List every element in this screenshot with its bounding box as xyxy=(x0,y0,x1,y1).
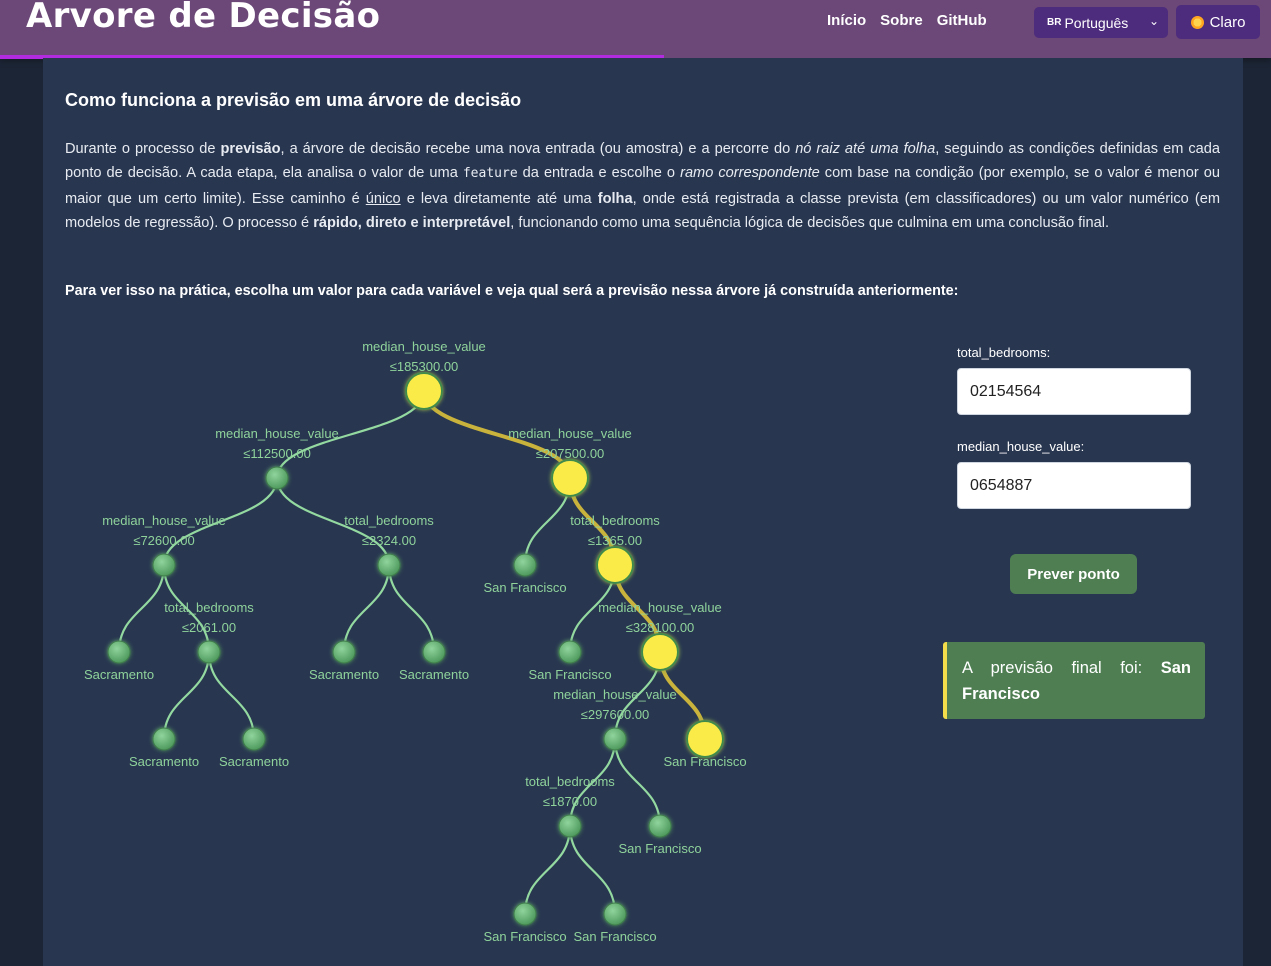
tree-leaf-label: San Francisco xyxy=(483,929,566,944)
tree-node-feature: median_house_value xyxy=(508,426,632,441)
tree-leaf-node xyxy=(648,814,672,838)
tree-node-threshold: ≤2324.00 xyxy=(362,533,416,548)
tree-node-feature: total_bedrooms xyxy=(525,774,615,789)
tree-decision-node xyxy=(551,459,589,497)
tree-node-threshold: ≤297600.00 xyxy=(581,707,650,722)
tree-node-threshold: ≤1365.00 xyxy=(588,533,642,548)
app-title: Árvore de Decisão xyxy=(26,0,381,36)
tree-decision-node xyxy=(197,640,221,664)
nav-link-inicio[interactable]: Início xyxy=(827,12,866,29)
tree-edge xyxy=(162,650,211,741)
tree-edge xyxy=(613,737,662,828)
tree-leaf-label: San Francisco xyxy=(528,667,611,682)
decision-tree-diagram: median_house_value ≤185300.00 median_house… xyxy=(84,339,747,944)
tree-decision-node xyxy=(152,553,176,577)
tree-leaf-node xyxy=(152,727,176,751)
tree-node-feature: total_bedrooms xyxy=(164,600,254,615)
tree-edge xyxy=(117,563,166,654)
total-bedrooms-label: total_bedrooms: xyxy=(957,345,1051,360)
tree-leaf-node xyxy=(107,640,131,664)
tree-leaf-node xyxy=(513,902,537,926)
median-house-value-input[interactable] xyxy=(957,462,1191,509)
tree-leaf-label: San Francisco xyxy=(618,841,701,856)
tree-node-threshold: ≤328100.00 xyxy=(626,620,695,635)
tree-leaf-node xyxy=(513,553,537,577)
tree-leaf-label: Sacramento xyxy=(129,754,199,769)
tree-node-threshold: ≤72600.00 xyxy=(133,533,194,548)
tree-node-feature: median_house_value xyxy=(553,687,677,702)
language-label: Português xyxy=(1064,14,1129,31)
tree-decision-node xyxy=(265,466,289,490)
tree-node-feature: median_house_value xyxy=(102,513,226,528)
theme-toggle-button[interactable]: Claro xyxy=(1176,5,1260,39)
tree-decision-node xyxy=(596,546,634,584)
tree-decision-node xyxy=(641,633,679,671)
tree-node-feature: median_house_value xyxy=(362,339,486,354)
prediction-result: A previsão final foi: San Francisco xyxy=(943,642,1205,719)
tree-node-threshold: ≤2061.00 xyxy=(182,620,236,635)
chevron-down-icon: ⌄ xyxy=(1148,14,1159,28)
tree-leaf-node xyxy=(603,902,627,926)
nav-link-github[interactable]: GitHub xyxy=(937,12,987,29)
top-header: Árvore de Decisão Início Sobre GitHub BR… xyxy=(0,0,1271,59)
tree-leaf-label: San Francisco xyxy=(573,929,656,944)
tree-decision-node xyxy=(405,372,443,410)
predict-button[interactable]: Prever ponto xyxy=(1010,554,1137,594)
tree-leaf-node xyxy=(558,640,582,664)
tree-edge xyxy=(342,563,391,654)
tree-node-feature: total_bedrooms xyxy=(570,513,660,528)
tree-leaf-label: Sacramento xyxy=(399,667,469,682)
result-prefix: A previsão final foi: xyxy=(962,659,1161,677)
main-nav: Início Sobre GitHub xyxy=(827,12,987,29)
total-bedrooms-input[interactable] xyxy=(957,368,1191,415)
median-house-value-label: median_house_value: xyxy=(957,439,1085,454)
tree-leaf-label: Sacramento xyxy=(309,667,379,682)
tree-node-threshold: ≤185300.00 xyxy=(390,359,459,374)
sun-icon xyxy=(1190,15,1204,29)
tree-edge xyxy=(207,650,256,741)
tree-edge xyxy=(387,563,436,654)
flag-icon: BR xyxy=(1047,17,1062,28)
tree-node-feature: median_house_value xyxy=(598,600,722,615)
tree-edge xyxy=(568,824,617,916)
tree-leaf-node xyxy=(422,640,446,664)
nav-link-sobre[interactable]: Sobre xyxy=(880,12,923,29)
tree-leaf-node xyxy=(242,727,266,751)
tree-decision-node xyxy=(603,727,627,751)
tree-leaf-label: Sacramento xyxy=(219,754,289,769)
tree-node-feature: total_bedrooms xyxy=(344,513,434,528)
tree-leaf-label: San Francisco xyxy=(483,580,566,595)
tree-leaf-node xyxy=(686,720,724,758)
theme-label: Claro xyxy=(1209,13,1246,31)
tree-edge xyxy=(523,824,572,916)
tree-leaf-label: Sacramento xyxy=(84,667,154,682)
tree-node-threshold: ≤112500.00 xyxy=(243,446,311,461)
tree-node-threshold: ≤207500.00 xyxy=(536,446,605,461)
tree-node-feature: median_house_value xyxy=(215,426,339,441)
content-card: Como funciona a previsão em uma árvore d… xyxy=(43,58,1243,966)
tree-decision-node xyxy=(377,553,401,577)
tree-node-threshold: ≤1870.00 xyxy=(543,794,597,809)
language-select[interactable]: BR Português ⌄ xyxy=(1034,7,1168,38)
tree-decision-node xyxy=(558,814,582,838)
tree-leaf-node xyxy=(332,640,356,664)
tree-leaf-label: San Francisco xyxy=(663,754,746,769)
